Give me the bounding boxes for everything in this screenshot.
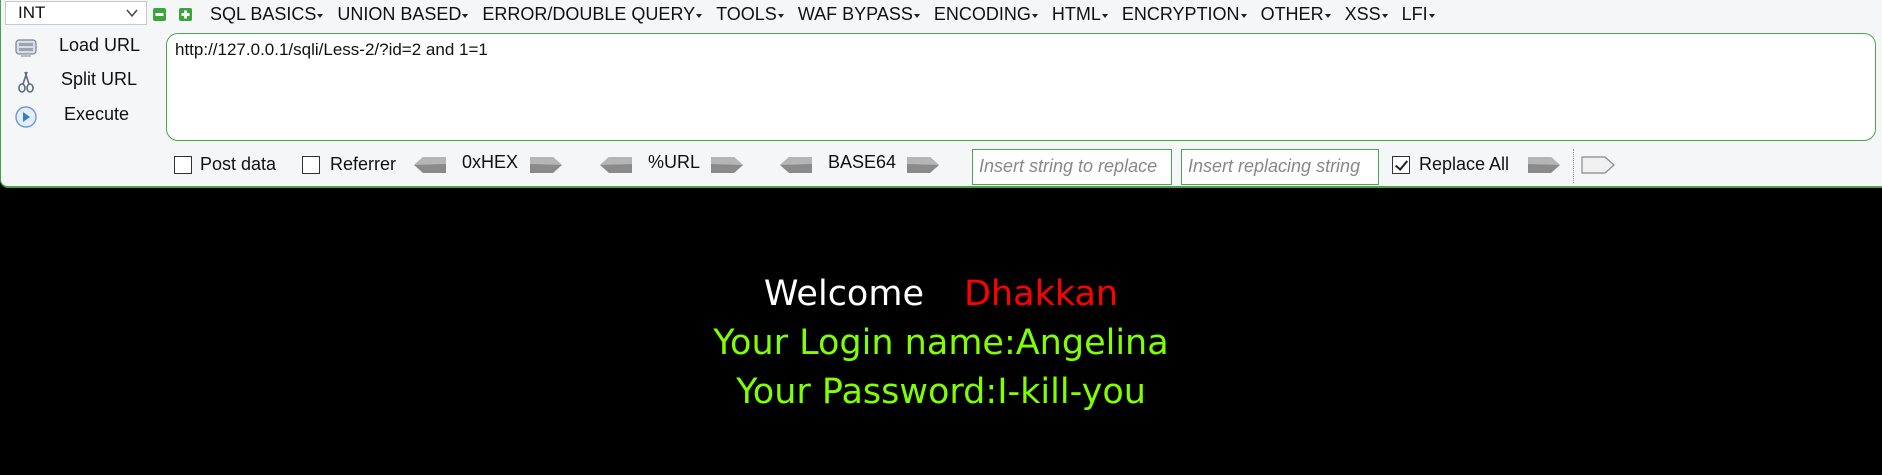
menu-tools[interactable]: TOOLS bbox=[716, 4, 784, 25]
load-url-label: Load URL bbox=[59, 35, 141, 55]
menu-html[interactable]: HTML bbox=[1052, 4, 1108, 25]
separator bbox=[1573, 149, 1574, 183]
menu-encryption[interactable]: ENCRYPTION bbox=[1122, 4, 1247, 25]
menu-bar: SQL BASICS UNION BASED ERROR/DOUBLE QUER… bbox=[210, 1, 1449, 27]
base64-decode-arrow-icon[interactable] bbox=[779, 155, 813, 175]
hex-decode-arrow-icon[interactable] bbox=[413, 155, 447, 175]
replace-all-label: Replace All bbox=[1419, 154, 1510, 174]
hackbar-toolbar: INT SQL BASICS UNION BASED ERROR/DOUBLE … bbox=[0, 0, 1882, 188]
referrer-checkbox[interactable] bbox=[302, 156, 320, 174]
welcome-line: Welcome Dhakkan bbox=[0, 270, 1882, 319]
menu-lfi[interactable]: LFI bbox=[1402, 4, 1435, 25]
options-row: Post data Referrer 0xHEX %URL BASE64 Ins… bbox=[1, 149, 1882, 185]
login-name-line: Your Login name:Angelina bbox=[713, 323, 1169, 363]
hex-encode-arrow-icon[interactable] bbox=[529, 155, 563, 175]
minus-icon[interactable] bbox=[153, 8, 166, 21]
post-data-label: Post data bbox=[200, 154, 277, 174]
menu-other[interactable]: OTHER bbox=[1261, 4, 1331, 25]
referrer-label: Referrer bbox=[330, 154, 397, 174]
select-value: INT bbox=[18, 3, 46, 22]
hex-label: 0xHEX bbox=[462, 152, 519, 172]
replacing-string-input[interactable]: Insert replacing string bbox=[1181, 149, 1379, 185]
url-textarea[interactable]: http://127.0.0.1/sqli/Less-2/?id=2 and 1… bbox=[166, 33, 1876, 141]
page-content: Welcome Dhakkan Your Login name:Angelina … bbox=[0, 270, 1882, 417]
menu-waf-bypass[interactable]: WAF BYPASS bbox=[798, 4, 920, 25]
menu-sql-basics[interactable]: SQL BASICS bbox=[210, 4, 324, 25]
url-encode-arrow-icon[interactable] bbox=[710, 155, 744, 175]
load-url-button[interactable]: Load URL bbox=[13, 33, 148, 63]
injection-type-select[interactable]: INT bbox=[5, 1, 147, 25]
execute-button[interactable]: Execute bbox=[13, 102, 148, 132]
menu-union-based[interactable]: UNION BASED bbox=[337, 4, 469, 25]
plus-icon[interactable] bbox=[179, 8, 192, 21]
replace-outline-arrow-icon[interactable] bbox=[1581, 155, 1615, 175]
menu-row: INT SQL BASICS UNION BASED ERROR/DOUBLE … bbox=[1, 0, 1882, 28]
base64-encode-arrow-icon[interactable] bbox=[906, 155, 940, 175]
url-decode-arrow-icon[interactable] bbox=[599, 155, 633, 175]
menu-error-double-query[interactable]: ERROR/DOUBLE QUERY bbox=[482, 4, 702, 25]
play-icon bbox=[15, 106, 37, 128]
split-url-label: Split URL bbox=[61, 69, 138, 89]
welcome-name: Dhakkan bbox=[963, 274, 1119, 314]
execute-label: Execute bbox=[64, 104, 130, 124]
chevron-down-icon bbox=[126, 9, 138, 18]
post-data-checkbox[interactable] bbox=[174, 156, 192, 174]
load-url-icon bbox=[15, 39, 37, 57]
scissors-icon bbox=[18, 71, 34, 93]
menu-encoding[interactable]: ENCODING bbox=[934, 4, 1038, 25]
split-url-button[interactable]: Split URL bbox=[13, 67, 148, 97]
replace-string-input[interactable]: Insert string to replace bbox=[972, 149, 1172, 185]
menu-xss[interactable]: XSS bbox=[1345, 4, 1388, 25]
replace-all-checkbox[interactable] bbox=[1392, 156, 1410, 174]
welcome-text: Welcome bbox=[763, 274, 924, 314]
password-line: Your Password:I-kill-you bbox=[736, 372, 1146, 412]
base64-label: BASE64 bbox=[828, 152, 897, 172]
replace-arrow-icon[interactable] bbox=[1527, 155, 1561, 175]
url-label: %URL bbox=[648, 152, 701, 172]
